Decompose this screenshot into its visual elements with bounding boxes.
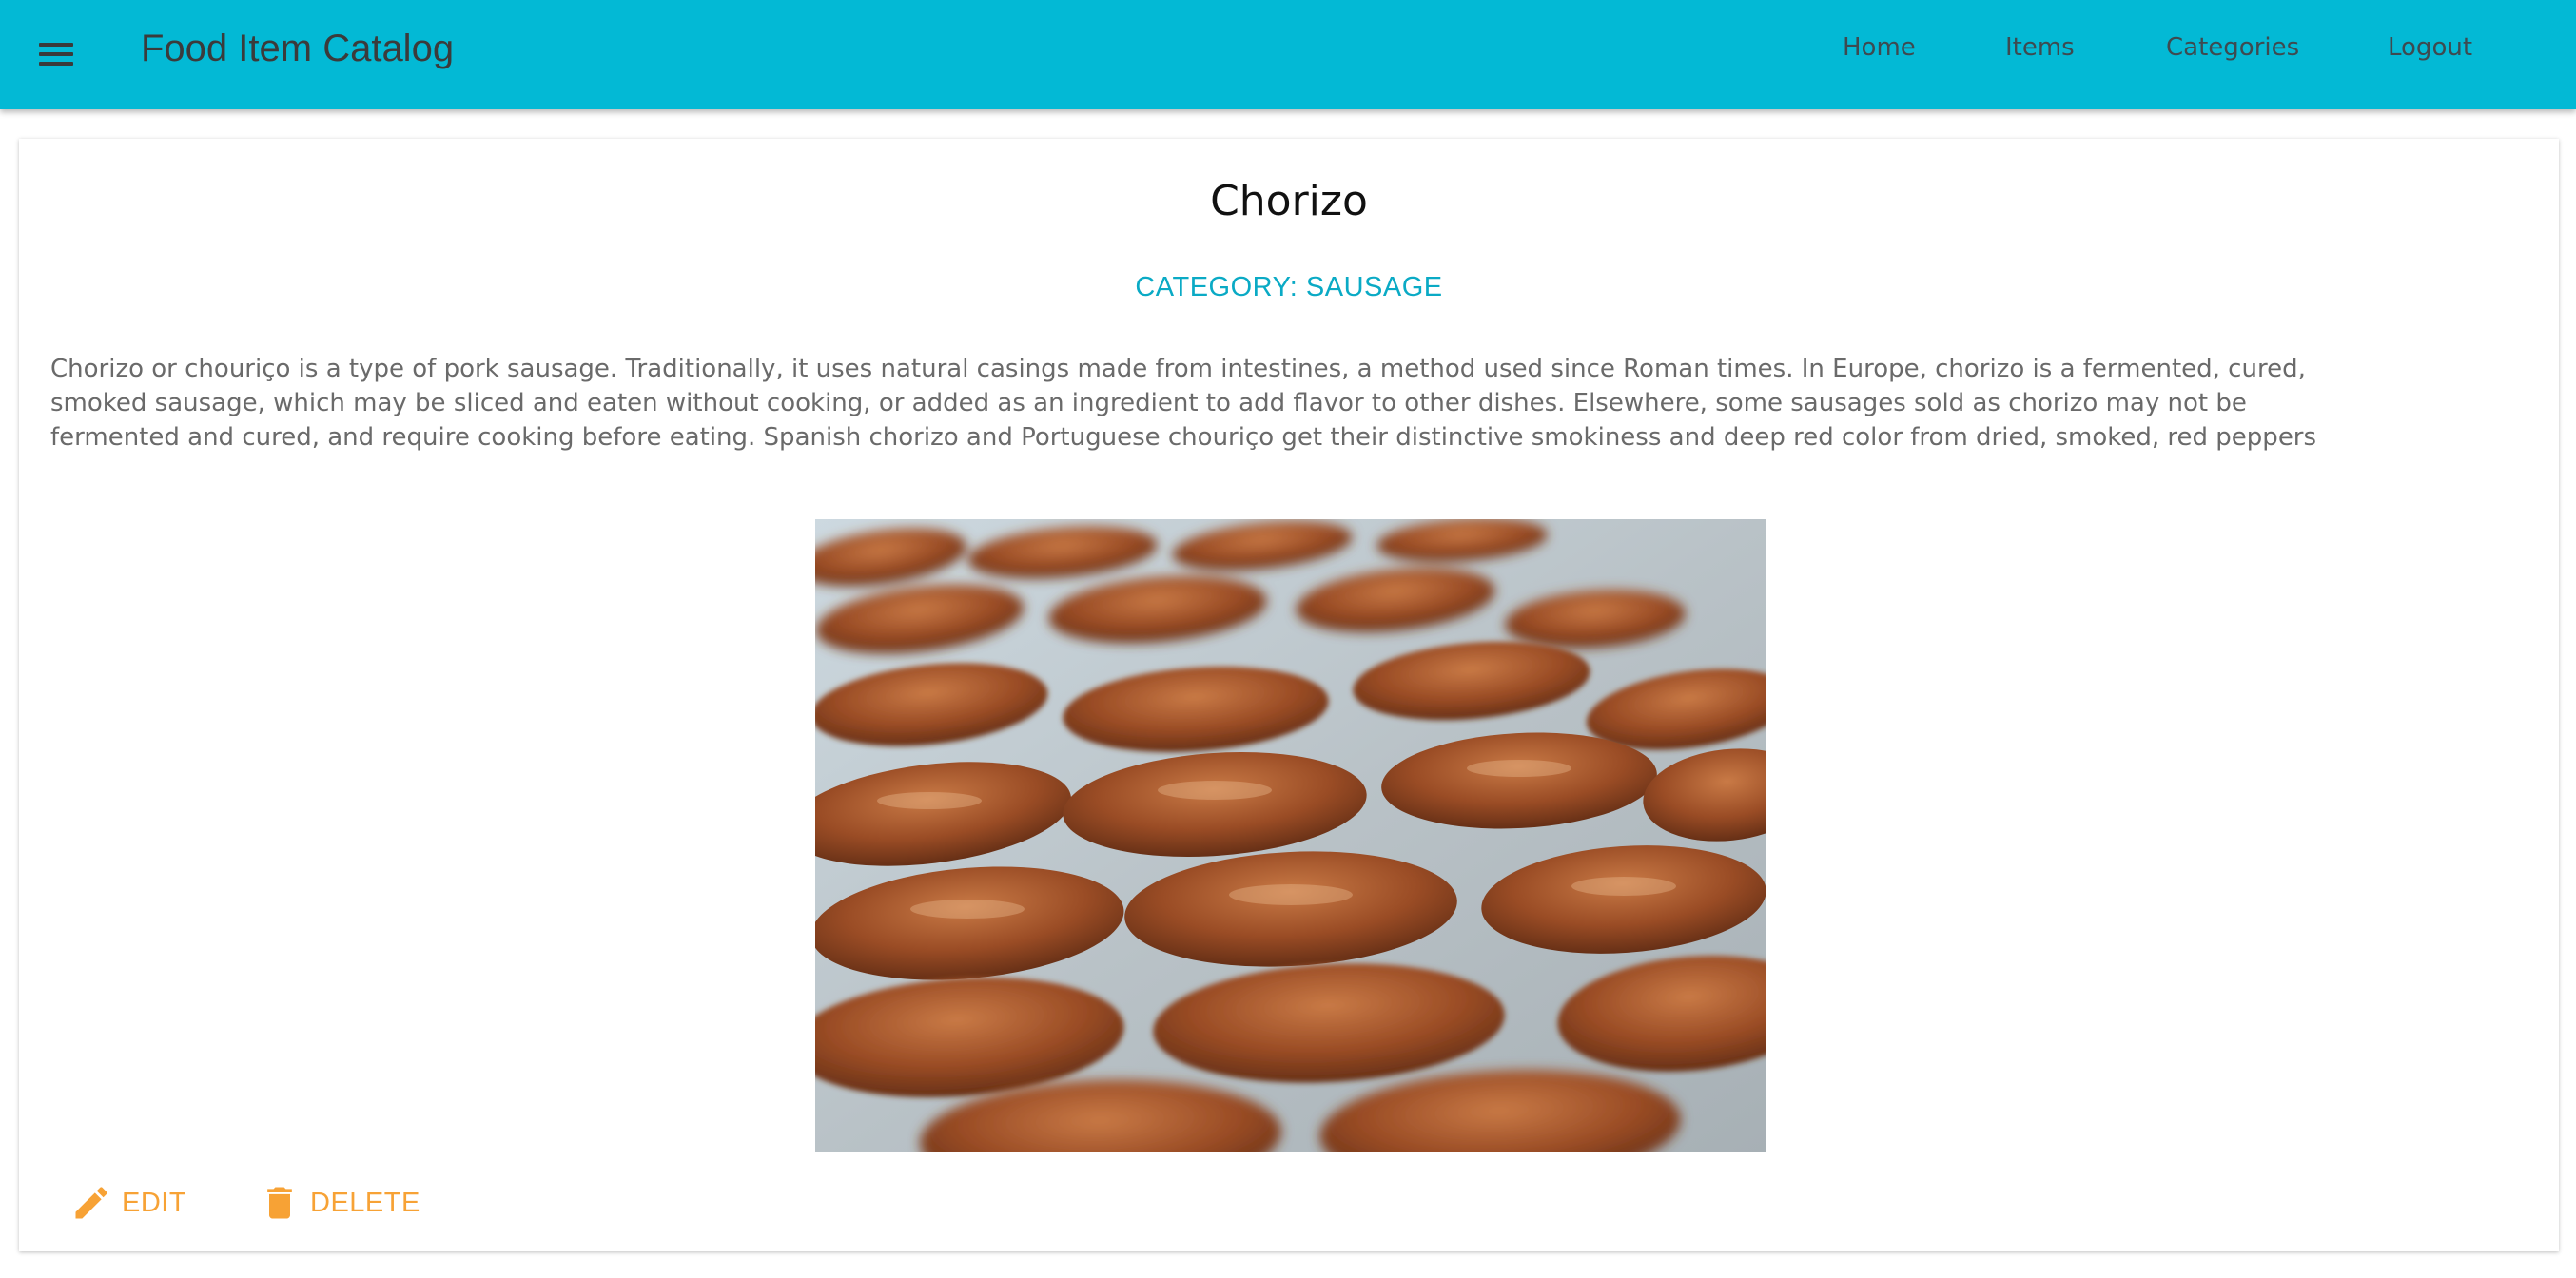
delete-label: DELETE (310, 1187, 420, 1218)
menu-icon[interactable] (36, 34, 78, 76)
category-label: CATEGORY: SAUSAGE (1135, 272, 1443, 302)
nav-home[interactable]: Home (1843, 29, 1916, 67)
nav-categories[interactable]: Categories (2166, 29, 2299, 67)
chorizo-photo (815, 519, 1766, 1152)
edit-button[interactable]: EDIT (70, 1179, 186, 1227)
nav-logout[interactable]: Logout (2388, 29, 2472, 67)
app-bar: Food Item Catalog Home Items Categories … (0, 0, 2576, 109)
pencil-icon (75, 1187, 107, 1219)
app-title: Food Item Catalog (141, 28, 455, 69)
edit-label: EDIT (122, 1187, 187, 1218)
nav-items[interactable]: Items (2005, 29, 2075, 67)
item-title: Chorizo (1210, 177, 1368, 225)
trash-icon (267, 1187, 292, 1219)
card-actions: EDIT DELETE (19, 1152, 2559, 1251)
delete-button[interactable]: DELETE (259, 1179, 420, 1227)
item-image (815, 519, 1766, 1152)
item-description: Chorizo or chouriço is a type of pork sa… (50, 355, 2317, 452)
item-card: Chorizo CATEGORY: SAUSAGE Chorizo or cho… (19, 139, 2559, 1251)
